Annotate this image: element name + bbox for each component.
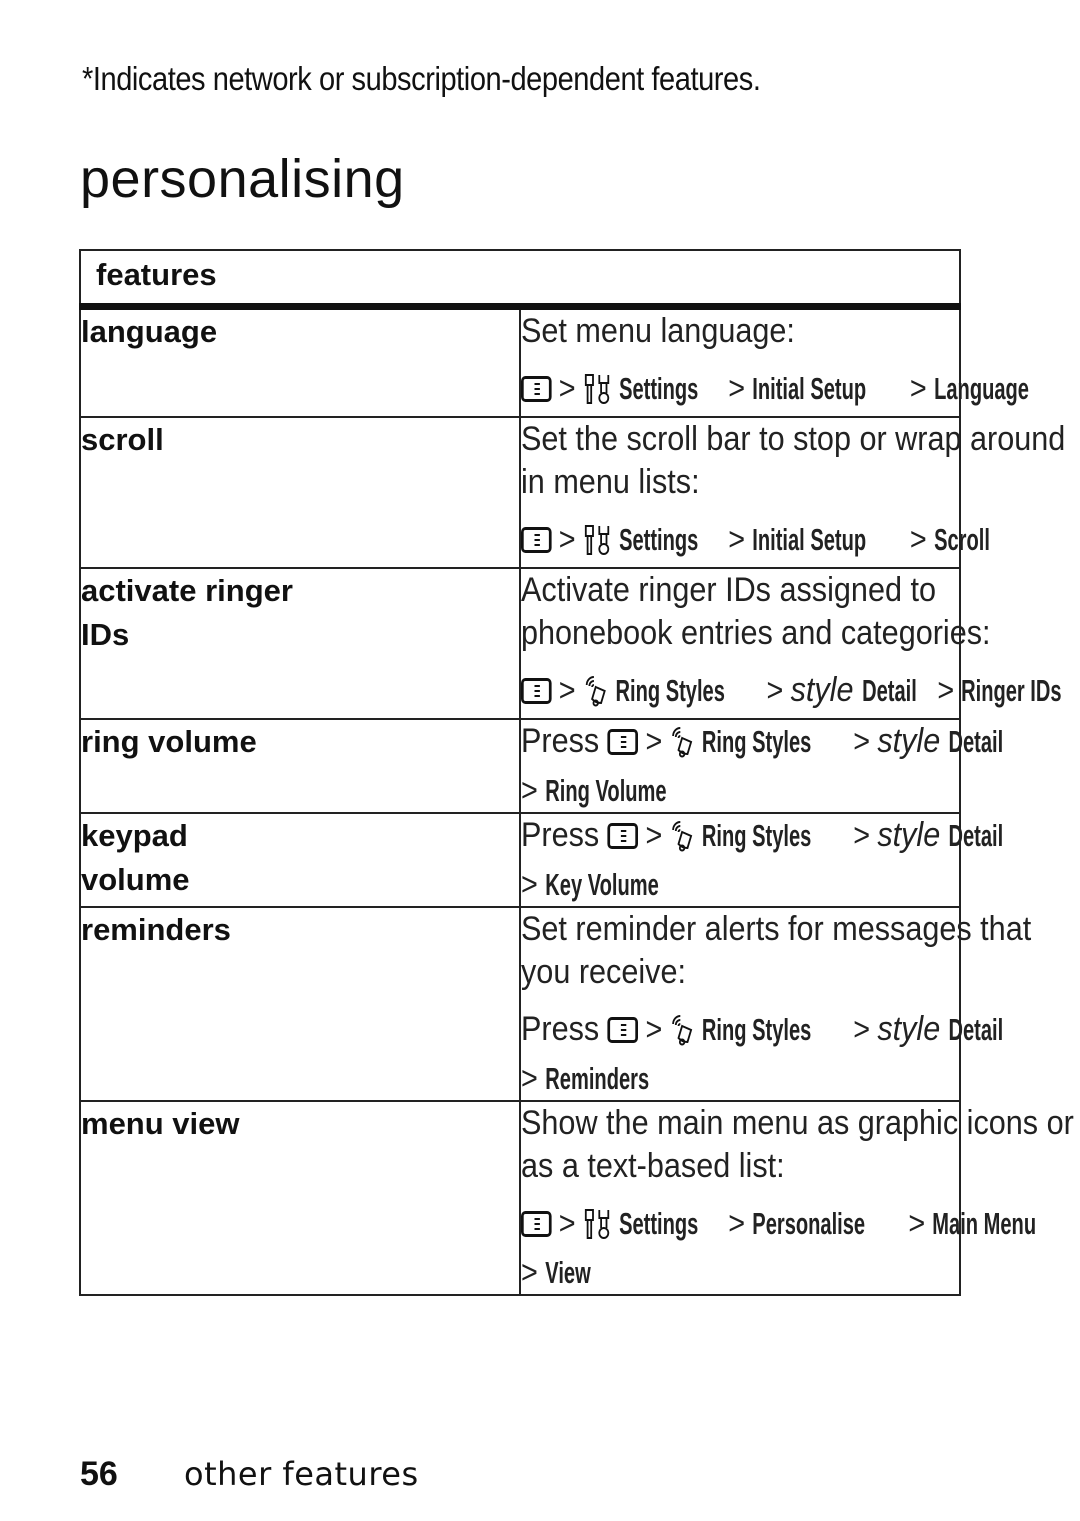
description-line: phonebook entries and categories:	[521, 614, 991, 652]
path-step: View	[545, 1255, 591, 1290]
settings-icon	[583, 1208, 614, 1251]
settings-icon	[583, 373, 614, 416]
path-step: Ring Volume	[545, 773, 667, 808]
menu-key-icon	[607, 729, 639, 755]
path-step: Ring Styles	[615, 673, 725, 708]
menu-path: > Settings > Initial Setup > Scroll	[521, 518, 990, 567]
feature-description: Press > Ring Styles > style Detail > Key Volu…	[519, 812, 1003, 908]
path-step: Ring Styles	[701, 1012, 812, 1047]
feature-description: Show the main menu as graphic icons or a…	[519, 1100, 1074, 1296]
settings-icon	[583, 524, 614, 567]
feature-name: scroll	[79, 416, 521, 569]
path-step: Language	[933, 371, 1029, 406]
menu-key-icon	[607, 1017, 639, 1043]
feature-name: ring volume	[79, 718, 521, 814]
menu-path: Press > Ring Styles > style Detail > Reminder…	[521, 1008, 1003, 1100]
path-step: Reminders	[545, 1061, 649, 1096]
path-step: Detail	[862, 673, 917, 708]
description-line: Set menu language:	[521, 312, 795, 350]
ring-styles-icon	[583, 675, 610, 718]
description-line: Set reminder alerts for messages that	[521, 910, 1032, 948]
description-line: in menu lists:	[521, 463, 700, 501]
feature-name: reminders	[79, 906, 521, 1102]
ring-styles-icon	[670, 820, 697, 863]
menu-path: > Settings > Initial Setup > Language	[521, 367, 1029, 416]
menu-path: > Settings > Personalise > Main Menu > View	[521, 1202, 1036, 1294]
feature-description: Set the scroll bar to stop or wrap aroun…	[519, 416, 1066, 569]
description-line: as a text-based list:	[521, 1147, 785, 1185]
style-word: style	[877, 1010, 941, 1048]
table-row: scroll Set the scroll bar to stop or wra…	[79, 416, 1066, 569]
description-line: Activate ringer IDs assigned to	[521, 571, 936, 609]
path-step: Settings	[618, 371, 699, 406]
description-line: Set the scroll bar to stop or wrap aroun…	[521, 420, 1066, 458]
ring-styles-icon	[670, 726, 697, 769]
network-dependent-note: *Indicates network or subscription-depen…	[82, 60, 761, 97]
menu-key-icon	[521, 1211, 552, 1237]
path-step: Scroll	[933, 522, 990, 557]
path-step: Initial Setup	[752, 522, 867, 557]
path-step: Key Volume	[545, 867, 659, 902]
feature-description: Set menu language: > Settings > Initial Set…	[519, 305, 1029, 418]
path-step: Ring Styles	[701, 724, 812, 759]
features-table: features language Set menu language: > Se…	[79, 249, 1074, 1296]
menu-key-icon	[521, 527, 552, 553]
path-step: Initial Setup	[752, 371, 867, 406]
section-name: other features	[184, 1455, 419, 1493]
press-label: Press	[521, 816, 600, 854]
feature-name: menu view	[79, 1100, 521, 1296]
path-step: Settings	[618, 522, 699, 557]
description-line: Show the main menu as graphic icons or	[521, 1104, 1074, 1142]
feature-description: Set reminder alerts for messages that yo…	[519, 906, 1032, 1102]
feature-description: Press > Ring Styles > style Detail > Ring Vol…	[519, 718, 1003, 814]
path-step: Personalise	[752, 1206, 866, 1241]
menu-key-icon	[521, 376, 552, 402]
table-row: language Set menu language: > Settings > In…	[79, 305, 1029, 418]
table-header: features	[79, 249, 961, 310]
page-number: 56	[80, 1455, 118, 1493]
style-word: style	[790, 671, 854, 709]
press-label: Press	[521, 722, 600, 760]
feature-name: activate ringer IDs	[79, 567, 521, 720]
path-step: Detail	[948, 724, 1004, 759]
press-label: Press	[521, 1010, 600, 1048]
menu-path: Press > Ring Styles > style Detail > Ring Vol…	[521, 720, 1003, 812]
table-row: keypad volume Press > Ring Styles > style De…	[79, 812, 1003, 908]
table-row: menu view Show the main menu as graphic …	[79, 1100, 1074, 1296]
path-step: Detail	[948, 1012, 1004, 1047]
feature-name: language	[79, 305, 521, 418]
menu-key-icon	[607, 823, 639, 849]
path-step: Detail	[948, 818, 1004, 853]
ring-styles-icon	[670, 1014, 697, 1057]
feature-description: Activate ringer IDs assigned to phoneboo…	[519, 567, 1062, 720]
path-step: Settings	[618, 1206, 699, 1241]
table-row: reminders Set reminder alerts for messag…	[79, 906, 1032, 1102]
page-title: personalising	[80, 149, 405, 209]
menu-path: > Ring Styles > style Detail > Ringer IDs	[521, 669, 1062, 718]
feature-name: keypad volume	[79, 812, 521, 908]
table-row: ring volume Press > Ring Styles > style Det…	[79, 718, 1003, 814]
style-word: style	[877, 722, 941, 760]
menu-path: Press > Ring Styles > style Detail > Key Volu…	[521, 814, 1003, 906]
description-line: you receive:	[521, 953, 686, 991]
path-step: Ringer IDs	[961, 673, 1062, 708]
style-word: style	[877, 816, 941, 854]
table-row: activate ringer IDs Activate ringer IDs a…	[79, 567, 1062, 720]
menu-key-icon	[521, 678, 552, 704]
path-step: Main Menu	[932, 1206, 1037, 1241]
path-step: Ring Styles	[701, 818, 812, 853]
